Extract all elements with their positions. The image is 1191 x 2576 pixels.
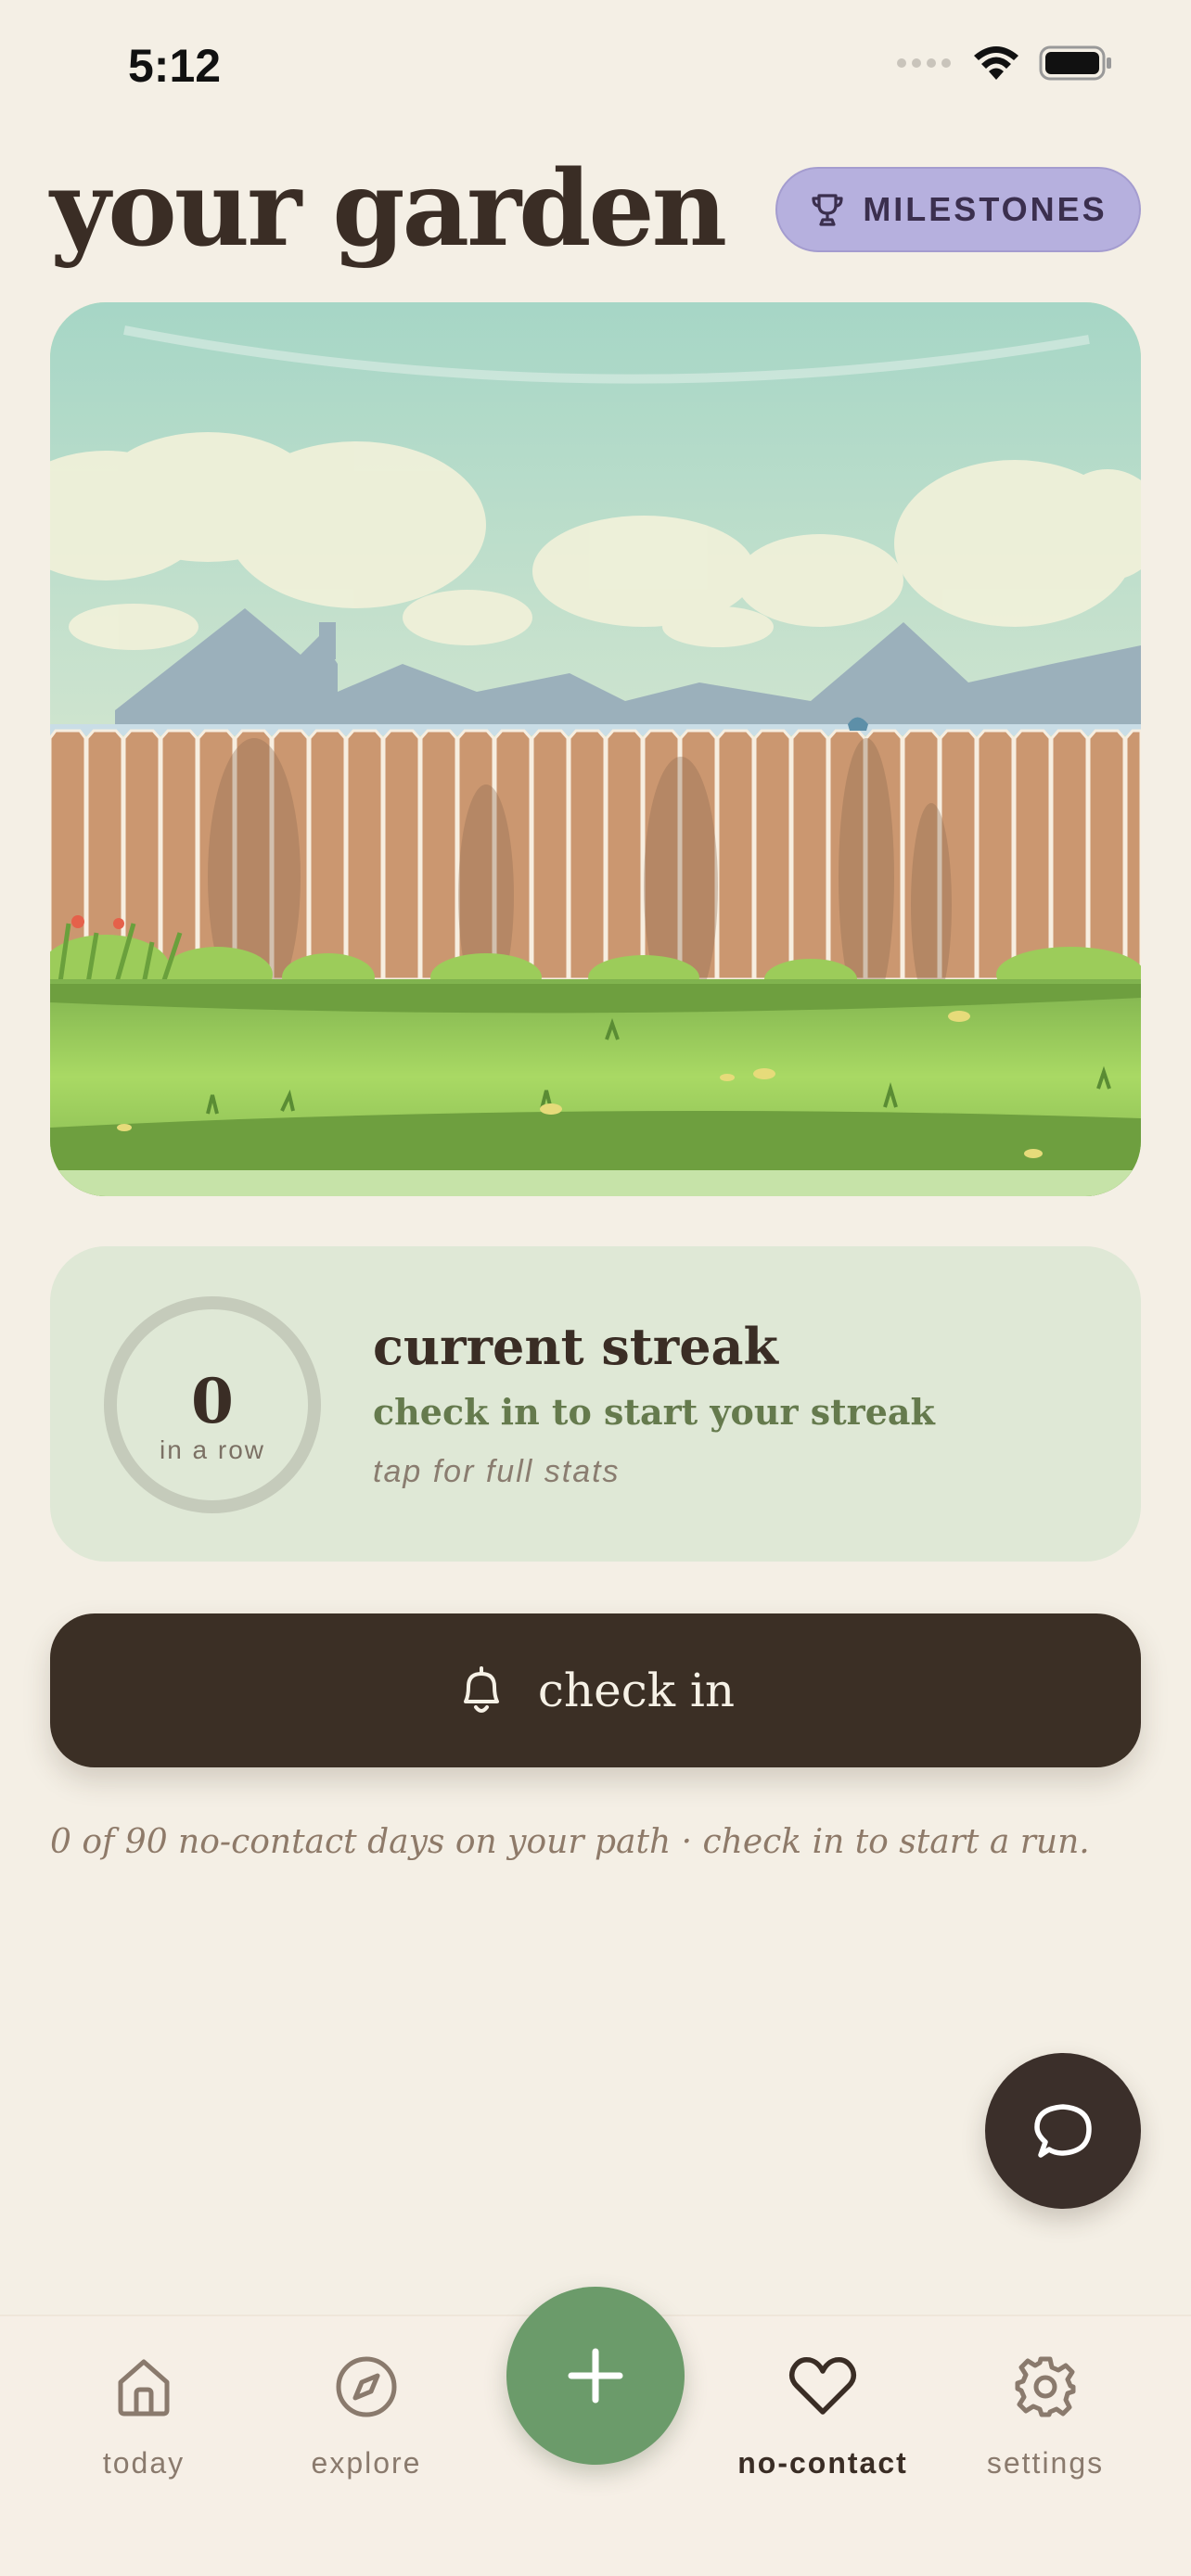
chat-bubble-icon [1034, 2104, 1092, 2158]
status-bar: 5:12 [0, 0, 1191, 130]
streak-ring: 0 in a row [104, 1296, 321, 1513]
status-time: 5:12 [128, 40, 222, 92]
heart-icon [788, 2356, 857, 2415]
check-in-button[interactable]: check in [50, 1613, 1141, 1767]
wifi-icon [974, 46, 1018, 80]
tab-settings[interactable]: settings [953, 2350, 1138, 2498]
streak-unit: in a row [159, 1435, 266, 1464]
tab-label: today [102, 2446, 186, 2480]
tab-label: explore [311, 2446, 422, 2480]
signal-icon [897, 58, 951, 68]
path-note: 0 of 90 no-contact days on your path · c… [50, 1823, 1090, 1861]
bell-icon [463, 1666, 499, 1713]
tab-label: settings [986, 2446, 1105, 2480]
streak-hint: tap for full stats [373, 1454, 621, 1489]
tab-explore[interactable]: explore [274, 2350, 459, 2498]
gear-icon [1015, 2356, 1076, 2417]
streak-title: current streak [373, 1317, 778, 1376]
add-button[interactable] [506, 2287, 685, 2465]
garden-illustration[interactable] [50, 302, 1141, 1196]
streak-count: 0 [191, 1365, 234, 1437]
plus-icon [568, 2348, 623, 2404]
streak-subtitle: check in to start your streak [373, 1391, 935, 1433]
compass-icon [336, 2356, 397, 2417]
status-icons [896, 45, 1113, 82]
tab-no-contact[interactable]: no-contact [730, 2350, 916, 2498]
milestones-button[interactable]: MILESTONES [775, 167, 1141, 252]
page-title: your garden [50, 148, 727, 270]
trophy-icon [812, 194, 843, 226]
streak-card[interactable]: 0 in a row current streak check in to st… [50, 1246, 1141, 1562]
battery-icon [1039, 45, 1111, 81]
home-icon [118, 2359, 170, 2417]
chat-button[interactable] [985, 2053, 1141, 2209]
tab-label: no-contact [737, 2446, 908, 2480]
milestones-label: MILESTONES [863, 190, 1108, 228]
check-in-label: check in [537, 1664, 736, 1717]
tab-today[interactable]: today [51, 2350, 237, 2498]
